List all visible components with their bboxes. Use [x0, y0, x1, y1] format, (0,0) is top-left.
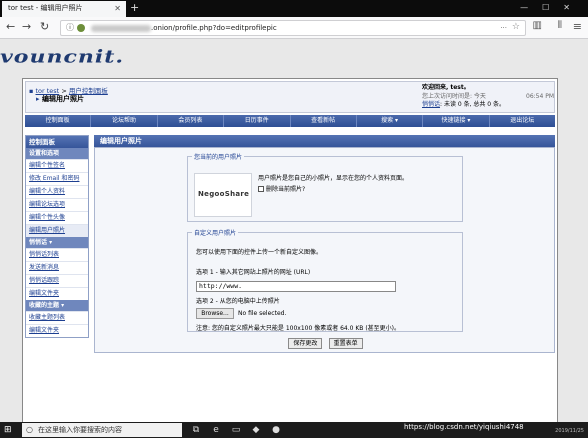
windows-start-icon[interactable]: ⊞: [4, 425, 14, 435]
store-icon[interactable]: ◆: [250, 424, 262, 436]
tab-title: tor test - 编辑用户照片: [8, 4, 83, 12]
sidebar-item-email-password[interactable]: 修改 Email 和密码: [26, 172, 88, 185]
taskbar-search[interactable]: ○ 在这里输入你要搜索的内容: [22, 423, 182, 437]
picture-url-input[interactable]: http://www.: [196, 281, 396, 292]
os-taskbar: ⊞ ○ 在这里输入你要搜索的内容 ⧉ e ▭ ◆ ● https://blog.…: [0, 422, 588, 438]
welcome-greeting: 欢迎回来, test。: [422, 84, 470, 91]
sidebar-item-options[interactable]: 编辑论坛选项: [26, 198, 88, 211]
edge-icon[interactable]: e: [210, 424, 222, 436]
custom-picture-fieldset: 自定义用户照片 您可以使用下面的控件上传一个新自定义图像。 选项 1 - 输入其…: [187, 228, 463, 332]
sidebar-section-pm[interactable]: 悄悄话 ▾: [26, 237, 88, 248]
forum-menu-bar: 控制面板 论坛帮助 会员列表 日历事件 查看新帖 搜索 ▾ 快速链接 ▾ 退出论…: [25, 115, 555, 127]
pm-link[interactable]: 悄悄话: [422, 101, 440, 108]
current-picture-logo: NegooShare: [198, 190, 250, 198]
watermark-text: https://blog.csdn.net/yiqiushi4748: [404, 423, 524, 431]
sidebar-section-subscriptions[interactable]: 收藏的主题 ▾: [26, 300, 88, 311]
welcome-box: 欢迎回来, test。 您上次访问时间是: 今天 06:54 PM 悄悄话: 未…: [422, 84, 554, 112]
save-changes-button[interactable]: 保存更改: [288, 338, 323, 349]
sidebar-item-pm-list[interactable]: 悄悄话列表: [26, 248, 88, 261]
info-icon[interactable]: ⓘ: [66, 21, 74, 35]
sidebar-item-signature[interactable]: 编辑个性签名: [26, 159, 88, 172]
page-actions-icon[interactable]: ···: [500, 21, 507, 35]
last-visit-time: 06:54 PM: [526, 92, 554, 100]
taskbar-date: 2019/11/25: [555, 428, 584, 434]
option2-label: 选项 2 - 从您的电脑中上传照片: [196, 298, 280, 305]
back-arrow-icon[interactable]: ←: [6, 20, 15, 33]
sidebar-panel-title[interactable]: 控制面板: [26, 136, 88, 148]
forum-home-icon[interactable]: ▪: [29, 87, 33, 95]
url-text: .onion/profile.php?do=editprofilepic: [151, 24, 277, 32]
sidebar-item-avatar[interactable]: 编辑个性头像: [26, 211, 88, 224]
form-buttons: 保存更改 重置表单: [95, 338, 556, 349]
redacted-host: [91, 25, 151, 32]
sidebar-item-send-message[interactable]: 发送新消息: [26, 261, 88, 274]
forward-arrow-icon[interactable]: →: [22, 20, 31, 33]
sidebar-section-settings: 设置和选项: [26, 148, 88, 159]
menu-faq[interactable]: 论坛帮助: [91, 115, 158, 127]
sidebar-item-subscription-folders[interactable]: 编辑文件夹: [26, 324, 88, 337]
reload-icon[interactable]: ↻: [40, 20, 49, 33]
sidebar-item-profile-pic[interactable]: 编辑用户照片: [26, 224, 88, 237]
site-logo[interactable]: vouncnit.: [0, 47, 124, 68]
sidebar-panel: 控制面板 设置和选项 编辑个性签名 修改 Email 和密码 编辑个人资料 编辑…: [25, 135, 89, 338]
file-explorer-icon[interactable]: ▭: [230, 424, 242, 436]
main-body: 您当前的用户照片 NegooShare 用户照片是您自己的小照片，显示在您的个人…: [94, 147, 555, 353]
user-cp-sidebar: 控制面板 设置和选项 编辑个性签名 修改 Email 和密码 编辑个人资料 编辑…: [25, 135, 89, 422]
forum-wrapper: ▪ tor test > 用户控制面板 ▸ 编辑用户照片 欢迎回来, test。…: [22, 78, 558, 422]
custom-picture-intro: 您可以使用下面的控件上传一个新自定义图像。: [196, 249, 323, 256]
sidebar-item-profile[interactable]: 编辑个人资料: [26, 185, 88, 198]
option1-label: 选项 1 - 输入其它网站上照片的网址 (URL): [196, 269, 311, 276]
delete-picture-label: 删除当前照片?: [266, 186, 306, 193]
last-visit-label: 您上次访问时间是: 今天: [422, 92, 486, 100]
current-profile-picture: NegooShare: [194, 173, 252, 217]
search-icon: ○: [26, 425, 33, 434]
current-picture-legend: 您当前的用户照片: [194, 154, 243, 161]
taskbar-search-placeholder: 在这里输入你要搜索的内容: [38, 426, 122, 434]
menu-control-panel[interactable]: 控制面板: [25, 115, 92, 127]
navbar-box: ▪ tor test > 用户控制面板 ▸ 编辑用户照片 欢迎回来, test。…: [25, 81, 555, 113]
delete-picture-checkbox[interactable]: [258, 186, 264, 192]
browser-tab[interactable]: tor test - 编辑用户照片 ✕: [2, 1, 126, 17]
sidebar-item-pm-tracking[interactable]: 悄悄话跟踪: [26, 274, 88, 287]
close-tab-icon[interactable]: ✕: [114, 1, 121, 16]
menu-search[interactable]: 搜索 ▾: [357, 115, 424, 127]
menu-calendar[interactable]: 日历事件: [224, 115, 291, 127]
folder-icon: ▸: [36, 95, 40, 103]
firefox-icon[interactable]: ●: [270, 424, 282, 436]
library-icon[interactable]: ⫴: [558, 20, 562, 31]
window-controls[interactable]: —☐✕: [520, 0, 584, 16]
menu-quick-links[interactable]: 快速链接 ▾: [423, 115, 490, 127]
no-file-label: No file selected.: [238, 310, 287, 317]
custom-picture-legend: 自定义用户照片: [194, 230, 237, 237]
current-picture-description: 用户照片是您自己的小照片，显示在您的个人资料页面。: [258, 175, 409, 182]
main-heading: 编辑用户照片: [94, 135, 555, 147]
pm-status: : 未读 0 条, 总共 0 条。: [440, 101, 506, 108]
menu-new-posts[interactable]: 查看新帖: [291, 115, 357, 127]
sidebar-toggle-icon[interactable]: ▥: [533, 20, 542, 31]
sidebar-item-pm-folders[interactable]: 编辑文件夹: [26, 287, 88, 300]
menu-members[interactable]: 会员列表: [158, 115, 225, 127]
new-tab-icon[interactable]: +: [130, 0, 139, 16]
browse-button[interactable]: Browse...: [196, 308, 234, 319]
onion-icon: [77, 24, 85, 32]
current-picture-fieldset: 您当前的用户照片 NegooShare 用户照片是您自己的小照片，显示在您的个人…: [187, 152, 463, 222]
task-view-icon[interactable]: ⧉: [190, 424, 202, 436]
page-viewport: vouncnit. ▪ tor test > 用户控制面板 ▸ 编辑用户照片 欢…: [0, 40, 588, 422]
delete-picture-option[interactable]: 删除当前照片?: [258, 184, 305, 193]
hamburger-menu-icon[interactable]: ≡: [573, 20, 582, 33]
edit-profile-pic-panel: 编辑用户照片 您当前的用户照片 NegooShare 用户照片是您自己的小照片，…: [94, 135, 555, 422]
page-title: ▸ 编辑用户照片: [36, 94, 84, 104]
page-title-text: 编辑用户照片: [41, 95, 84, 103]
address-bar[interactable]: ⓘ .onion/profile.php?do=editprofilepic ·…: [60, 20, 526, 36]
browser-nav-bar: ← → ↻ ⓘ .onion/profile.php?do=editprofil…: [0, 17, 588, 39]
menu-logout[interactable]: 退出论坛: [490, 115, 555, 127]
reset-form-button[interactable]: 重置表单: [328, 338, 363, 349]
sidebar-item-subscription-list[interactable]: 收藏主题列表: [26, 311, 88, 324]
browser-tab-bar: tor test - 编辑用户照片 ✕ + —☐✕: [0, 0, 588, 17]
size-note: 注意: 您的自定义照片最大只能是 100x100 像素或者 64.0 KB (甚…: [196, 325, 401, 332]
bookmark-star-icon[interactable]: ☆: [512, 20, 520, 34]
